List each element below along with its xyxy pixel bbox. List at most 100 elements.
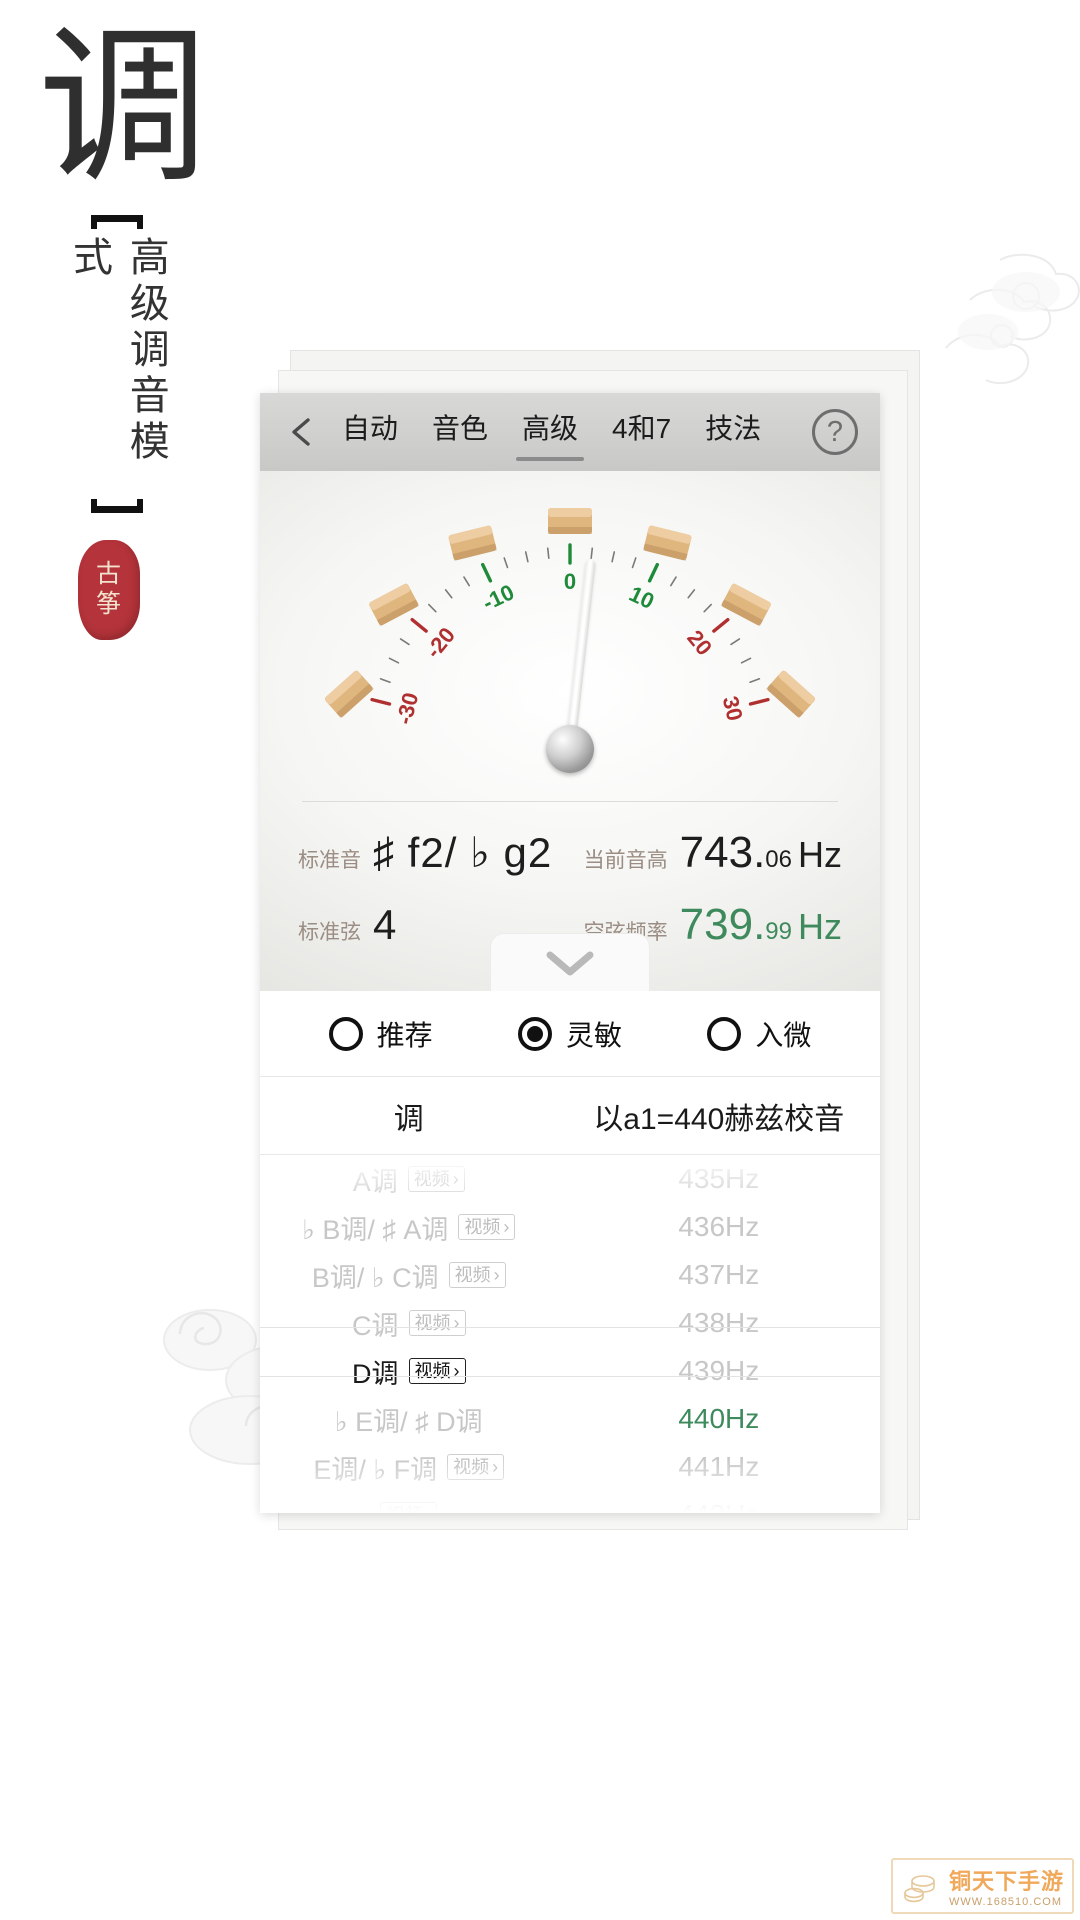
radio-icon	[707, 1016, 742, 1051]
picker-key-label: A调	[352, 1166, 398, 1197]
chevron-down-icon	[546, 951, 594, 975]
gauge-hub	[546, 725, 594, 773]
picker-frequency-item[interactable]: 436Hz	[558, 1203, 880, 1251]
picker-frequency-item[interactable]: 439Hz	[558, 1347, 880, 1395]
sensitivity-option-fine[interactable]: 入微	[707, 1014, 811, 1054]
picker-key-label: ♭ E调/ ♯ D调	[334, 1406, 483, 1437]
chevron-right-icon: ›	[492, 1456, 499, 1477]
standard-tone-label: 标准音	[298, 849, 361, 872]
open-string-integer: 739.	[679, 900, 766, 949]
tab-4and7[interactable]: 4和7	[610, 403, 673, 461]
bracket-top	[91, 215, 143, 229]
standard-tone-value: ♯ f2/ ♭ g2	[373, 829, 553, 876]
tab-timbre[interactable]: 音色	[430, 403, 490, 461]
chevron-right-icon: ›	[453, 1360, 460, 1381]
video-chip-label: 视频	[413, 1168, 450, 1189]
bracket-bottom	[91, 499, 143, 513]
svg-text:10: 10	[625, 581, 658, 614]
sensitivity-label: 入微	[755, 1019, 812, 1051]
svg-text:-20: -20	[421, 622, 460, 662]
sensitivity-option-recommended[interactable]: 推荐	[328, 1014, 433, 1054]
picker-frequency-item[interactable]: 438Hz	[558, 1299, 880, 1347]
picker-key-item[interactable]: A调 视频 ›	[260, 1155, 558, 1203]
video-chip[interactable]: 视频›	[458, 1213, 516, 1241]
picker-key-item[interactable]: ♭ E调/ ♯ D调	[260, 1395, 558, 1443]
picker-frequency-item[interactable]: 435Hz	[558, 1155, 880, 1203]
current-pitch-unit: Hz	[798, 834, 842, 875]
watermark-url: WWW.168510.COM	[948, 1896, 1063, 1908]
seal-char-2: 筝	[95, 591, 122, 618]
picker-key-item[interactable]: 视频›	[260, 1491, 558, 1513]
picker-key-label: B调/ ♭ C调	[311, 1262, 439, 1293]
video-chip[interactable]: 视频›	[407, 1165, 465, 1193]
key-frequency-picker[interactable]: A调 视频 › ♭ B调/ ♯ A调 视频 › B调/ ♭ C调 视频 › C调 视频 › D调 视频 › ♭…	[260, 1155, 880, 1513]
video-chip[interactable]: 视频›	[380, 1501, 438, 1513]
picker-header-reference: 以a1=440赫兹校音	[593, 1102, 845, 1136]
picker-frequency-item[interactable]: 442Hz	[558, 1491, 880, 1513]
svg-text:-10: -10	[479, 579, 518, 615]
sensitivity-option-sensitive[interactable]: 灵敏	[517, 1014, 622, 1054]
poster-big-character: 调	[38, 15, 209, 203]
poster-vertical-title-block: 高级调音模式	[67, 215, 169, 513]
sensitivity-options: 推荐 灵敏 入微	[260, 991, 880, 1077]
navbar-tabs: 自动 音色 高级 4和7 技法	[340, 403, 812, 461]
video-chip[interactable]: 视频›	[447, 1453, 505, 1481]
question-mark-icon[interactable]: ?	[812, 409, 858, 455]
picker-key-label: D调	[352, 1358, 399, 1389]
svg-text:20: 20	[682, 625, 717, 660]
readout-row-pitch: 标准音 ♯ f2/ ♭ g2 当前音高 743. 06 Hz	[298, 828, 842, 878]
seal-char-1: 古	[95, 560, 122, 588]
tab-advanced[interactable]: 高级	[516, 403, 585, 461]
picker-key-label: C调	[352, 1310, 399, 1341]
video-chip-label: 视频	[386, 1504, 422, 1513]
open-string-unit: Hz	[798, 906, 842, 947]
picker-key-item[interactable]: D调 视频 ›	[260, 1347, 558, 1395]
picker-frequency-item[interactable]: 437Hz	[558, 1251, 880, 1299]
picker-header-key: 调	[393, 1102, 424, 1136]
coins-icon	[904, 1875, 935, 1903]
chevron-right-icon: ›	[452, 1168, 459, 1189]
standard-string-label: 标准弦	[298, 921, 361, 944]
current-pitch-decimal: 06	[765, 846, 792, 873]
svg-text:0: 0	[564, 569, 576, 594]
picker-header: 调 以a1=440赫兹校音	[260, 1077, 880, 1155]
standard-string-value: 4	[373, 901, 397, 948]
app-screen: 自动 音色 高级 4和7 技法 ? -30 -20 -10 0 10 20 30 标准音 ♯…	[260, 393, 880, 1513]
tuner-gauge: -30 -20 -10 0 10 20 30 标准音 ♯ f2/ ♭ g2 当前音高 743…	[260, 471, 880, 991]
picker-key-item[interactable]: E调/ ♭ F调 视频 ›	[260, 1443, 558, 1491]
picker-key-item[interactable]: B调/ ♭ C调 视频 ›	[260, 1251, 558, 1299]
open-string-decimal: 99	[765, 918, 792, 945]
radio-icon	[517, 1016, 552, 1051]
chevron-right-icon: ›	[493, 1264, 500, 1285]
tab-auto[interactable]: 自动	[340, 403, 400, 461]
picker-key-label: ♭ B调/ ♯ A调	[302, 1214, 449, 1245]
picker-frequency-item[interactable]: 441Hz	[558, 1443, 880, 1491]
guzheng-seal: 古 筝	[78, 540, 140, 640]
current-pitch-label: 当前音高	[583, 849, 668, 872]
svg-text:-30: -30	[391, 690, 423, 727]
video-chip-label: 视频	[414, 1360, 451, 1381]
frequency-wheel[interactable]: 435Hz436Hz437Hz438Hz439Hz440Hz441Hz442Hz…	[558, 1155, 880, 1513]
video-chip[interactable]: 视频›	[408, 1357, 466, 1385]
video-chip-label: 视频	[414, 1312, 451, 1333]
poster-left-rail: 调 高级调音模式 古 筝	[0, 0, 230, 1920]
picker-frequency-item[interactable]: 440Hz	[558, 1395, 880, 1443]
picker-key-item[interactable]: ♭ B调/ ♯ A调 视频 ›	[260, 1203, 558, 1251]
chevron-right-icon: ›	[503, 1216, 510, 1237]
current-pitch-integer: 743.	[679, 828, 766, 877]
chevron-right-icon: ›	[425, 1504, 431, 1513]
video-chip[interactable]: 视频›	[408, 1309, 466, 1337]
poster-vertical-title: 高级调音模式	[67, 236, 169, 466]
watermark-text: 铜天下手游 WWW.168510.COM	[949, 1864, 1064, 1908]
video-chip-label: 视频	[464, 1216, 501, 1237]
picker-key-item[interactable]: C调 视频 ›	[260, 1299, 558, 1347]
readout-divider	[302, 801, 838, 802]
collapse-panel-button[interactable]	[490, 933, 650, 991]
sensitivity-label: 灵敏	[565, 1019, 622, 1051]
tab-technique[interactable]: 技法	[703, 403, 763, 461]
key-wheel[interactable]: A调 视频 › ♭ B调/ ♯ A调 视频 › B调/ ♭ C调 视频 › C调 视频 › D调 视频 › ♭…	[260, 1155, 558, 1513]
picker-key-label: E调/ ♭ F调	[313, 1454, 438, 1485]
app-navbar: 自动 音色 高级 4和7 技法 ?	[260, 393, 880, 471]
back-arrow-icon[interactable]	[282, 410, 326, 454]
video-chip[interactable]: 视频›	[448, 1261, 506, 1289]
